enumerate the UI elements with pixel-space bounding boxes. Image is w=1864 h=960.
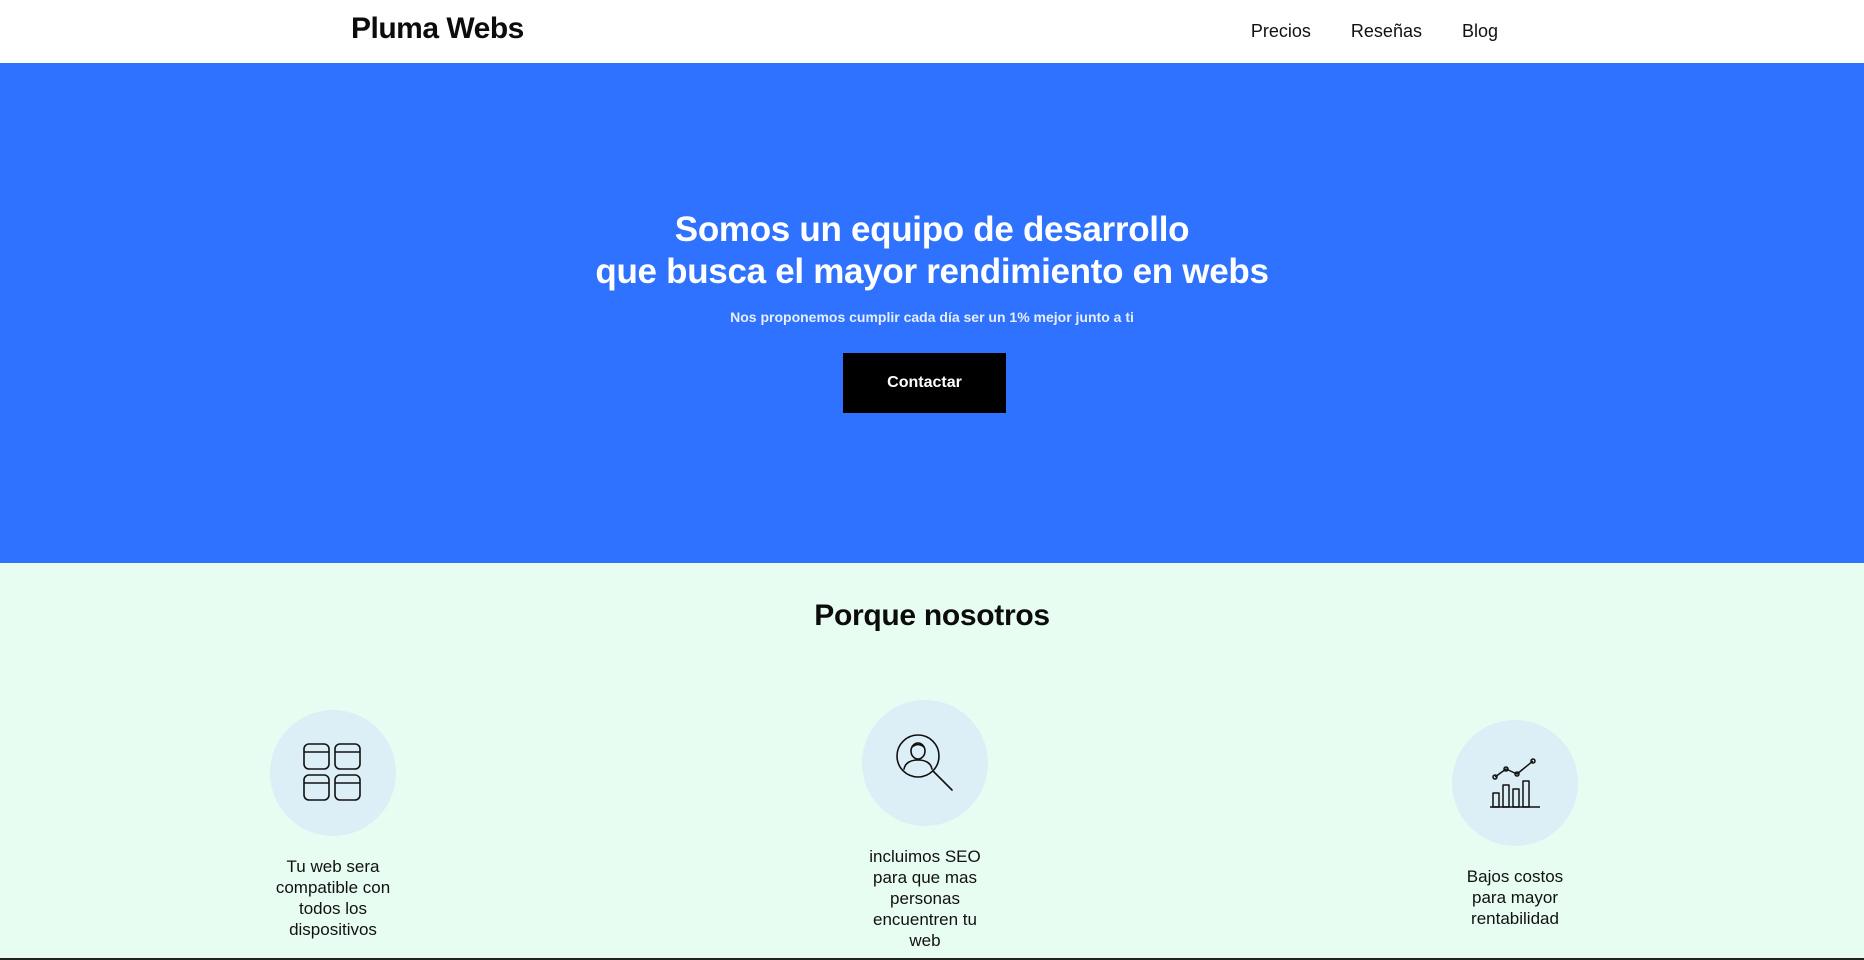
- features-title: Porque nosotros: [814, 599, 1050, 632]
- hero-title: Somos un equipo de desarrollo que busca …: [0, 209, 1864, 293]
- nav-link-precios[interactable]: Precios: [1251, 21, 1311, 42]
- feature-icon-circle: [270, 710, 396, 836]
- top-navbar: Pluma Webs Precios Reseñas Blog: [0, 0, 1864, 63]
- contact-button[interactable]: Contactar: [843, 353, 1006, 413]
- feature-icon-circle: [1452, 720, 1578, 846]
- hero-title-line-2: que busca el mayor rendimiento en webs: [595, 252, 1269, 291]
- hero-title-line-1: Somos un equipo de desarrollo: [674, 210, 1190, 249]
- features-section: Porque nosotros Tu web sera compatible c…: [0, 563, 1864, 960]
- growth-chart-icon: [1490, 758, 1540, 808]
- nav-link-resenas[interactable]: Reseñas: [1351, 21, 1422, 42]
- feature-responsive: Tu web sera compatible con todos los dis…: [268, 710, 398, 940]
- feature-costs: Bajos costos para mayor rentabilidad: [1450, 720, 1580, 929]
- feature-icon-circle: [862, 700, 988, 826]
- feature-text: Bajos costos para mayor rentabilidad: [1466, 867, 1564, 928]
- grid-layout-icon: [303, 743, 361, 801]
- feature-seo: incluimos SEO para que mas personas encu…: [860, 700, 990, 951]
- nav-link-blog[interactable]: Blog: [1462, 21, 1498, 42]
- search-person-icon: [896, 734, 953, 791]
- site-logo[interactable]: Pluma Webs: [351, 12, 524, 46]
- feature-text: incluimos SEO para que mas personas encu…: [869, 847, 981, 950]
- hero-section: Somos un equipo de desarrollo que busca …: [0, 63, 1864, 563]
- hero-subtitle: Nos proponemos cumplir cada día ser un 1…: [730, 309, 1134, 325]
- main-nav: Precios Reseñas Blog: [1251, 21, 1498, 42]
- feature-text: Tu web sera compatible con todos los dis…: [275, 857, 391, 939]
